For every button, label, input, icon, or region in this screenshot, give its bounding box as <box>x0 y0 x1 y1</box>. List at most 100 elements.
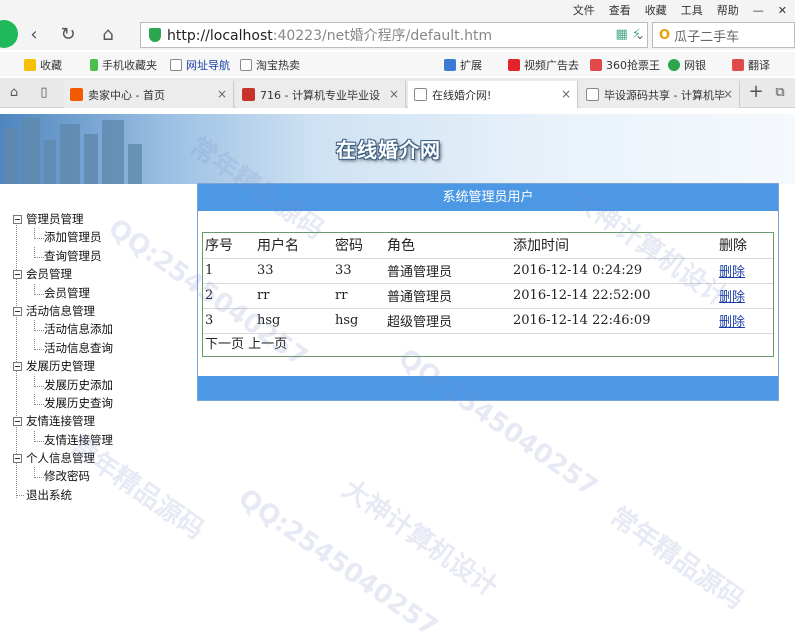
tab-label: 716 - 计算机专业毕业设 <box>260 88 380 102</box>
page-favicon <box>414 88 427 101</box>
tab-seller-center[interactable]: 卖家中心 - 首页 × <box>64 81 234 108</box>
column-header: 序号 <box>203 233 255 259</box>
bookmark-bank[interactable]: 网银 <box>668 57 706 73</box>
address-dropdown-icon[interactable]: ⌄ <box>628 24 652 46</box>
sidebar-item-add-admin[interactable]: 添加管理员 <box>12 228 192 246</box>
tab-label: 卖家中心 - 首页 <box>88 88 165 102</box>
sidebar-group-activity[interactable]: 活动信息管理 <box>12 302 192 320</box>
sidebar-item-change-password[interactable]: 修改密码 <box>12 467 192 485</box>
sidebar-item-query-admin[interactable]: 查询管理员 <box>12 246 192 265</box>
site-banner: 在线婚介网 <box>0 114 795 184</box>
tab-graduation-project[interactable]: 716 - 计算机专业毕业设 × <box>236 81 406 108</box>
sidebar-group-history[interactable]: 发展历史管理 <box>12 357 192 375</box>
bookmark-extensions[interactable]: 扩展 <box>444 57 482 73</box>
play-icon <box>508 59 520 71</box>
column-header: 密码 <box>333 233 385 259</box>
cell-id: 3 <box>203 308 255 334</box>
address-url[interactable]: http://localhost:40223/net婚介程序/default.h… <box>167 25 492 45</box>
sidebar-item-add-activity[interactable]: 活动信息添加 <box>12 320 192 338</box>
delete-link[interactable]: 删除 <box>719 315 745 330</box>
bookmark-ticket[interactable]: 360抢票王 <box>590 57 660 73</box>
restore-tabs-icon[interactable]: ⧉ <box>768 82 792 104</box>
tab-home-icon[interactable]: ⌂ <box>2 82 26 104</box>
refresh-icon[interactable]: ↻ <box>56 24 80 46</box>
menu-favorites[interactable]: 收藏 <box>645 2 667 18</box>
menu-tools[interactable]: 工具 <box>681 2 703 18</box>
bookmark-label: 扩展 <box>460 59 482 72</box>
bank-icon <box>668 59 680 71</box>
minimize-button[interactable]: — <box>753 4 764 17</box>
prev-page-link[interactable]: 上一页 <box>248 337 287 352</box>
grid-icon <box>444 59 456 71</box>
bookmark-label: 网银 <box>684 59 706 72</box>
bookmark-nav[interactable]: 网址导航 <box>170 57 230 73</box>
page-content: 在线婚介网 管理员管理 添加管理员 查询管理员 会员管理 会员管理 活动信息管理… <box>0 108 795 640</box>
close-tab-icon[interactable]: × <box>389 87 399 101</box>
tab-mobile-icon[interactable]: ▯ <box>32 82 56 104</box>
home-icon[interactable]: ⌂ <box>96 24 120 46</box>
translate-icon <box>732 59 744 71</box>
new-tab-icon[interactable]: + <box>744 81 768 103</box>
building-graphic <box>60 124 80 184</box>
table-row: 1 33 33 普通管理员 2016-12-14 0:24:29 删除 <box>203 258 773 284</box>
tab-source-share[interactable]: 毕设源码共享 - 计算机毕 × <box>580 81 740 108</box>
sidebar-item-add-history[interactable]: 发展历史添加 <box>12 375 192 394</box>
watermark: 常年精品源码 <box>604 501 750 616</box>
cell-username: 33 <box>255 258 333 284</box>
search-box[interactable]: O 瓜子二手车 <box>652 22 795 48</box>
building-graphic <box>44 140 56 184</box>
sidebar-group-personal[interactable]: 个人信息管理 <box>12 449 192 467</box>
sidebar-group-links[interactable]: 友情连接管理 <box>12 412 192 430</box>
bookmark-favorites[interactable]: 收藏 <box>24 57 62 73</box>
star-icon <box>24 59 36 71</box>
navigation-bar: ‹ ↻ ⌂ http://localhost:40223/net婚介程序/def… <box>0 20 795 50</box>
close-tab-icon[interactable]: × <box>723 87 733 101</box>
address-bar[interactable]: http://localhost:40223/net婚介程序/default.h… <box>140 22 648 48</box>
admin-users-panel: 系统管理员用户 序号 用户名 密码 角色 添加时间 删除 1 33 33 普通管… <box>197 183 779 401</box>
menu-file[interactable]: 文件 <box>573 2 595 18</box>
bookmark-label: 视频广告去 <box>524 59 579 72</box>
sidebar-item-query-activity[interactable]: 活动信息查询 <box>12 338 192 357</box>
search-text: 瓜子二手车 <box>674 29 740 45</box>
building-graphic <box>128 144 142 184</box>
bookmark-label: 360抢票王 <box>606 59 660 72</box>
bookmark-taobao[interactable]: 淘宝热卖 <box>240 57 300 73</box>
bookmark-label: 网址导航 <box>186 59 230 72</box>
next-page-link[interactable]: 下一页 <box>205 337 244 352</box>
table-header-row: 序号 用户名 密码 角色 添加时间 删除 <box>203 233 773 259</box>
bookmark-label: 淘宝热卖 <box>256 59 300 72</box>
taobao-favicon <box>70 88 83 101</box>
site-favicon <box>242 88 255 101</box>
bookmark-video-ad[interactable]: 视频广告去 <box>508 57 579 73</box>
sidebar-item-links[interactable]: 友情连接管理 <box>12 430 192 449</box>
sidebar-group-admin[interactable]: 管理员管理 <box>12 210 192 228</box>
close-window-button[interactable]: ✕ <box>778 4 787 17</box>
cell-password: 33 <box>333 258 385 284</box>
table-row: 2 rr rr 普通管理员 2016-12-14 22:52:00 删除 <box>203 283 773 309</box>
menu-help[interactable]: 帮助 <box>717 2 739 18</box>
sidebar-item-logout[interactable]: 退出系统 <box>12 486 192 504</box>
close-tab-icon[interactable]: × <box>561 87 571 101</box>
cell-delete: 删除 <box>717 308 773 334</box>
building-graphic <box>4 128 18 184</box>
building-graphic <box>22 118 40 184</box>
back-arrow-icon[interactable]: ‹ <box>22 24 46 46</box>
tab-online-dating[interactable]: 在线婚介网! × <box>408 81 578 108</box>
ticket-icon <box>590 59 602 71</box>
bookmark-mobile[interactable]: 手机收藏夹 <box>90 57 157 73</box>
bookmark-label: 收藏 <box>40 59 62 72</box>
close-tab-icon[interactable]: × <box>217 87 227 101</box>
page-icon <box>170 59 182 71</box>
cell-id: 2 <box>203 283 255 309</box>
sidebar-group-member[interactable]: 会员管理 <box>12 265 192 283</box>
bookmark-translate[interactable]: 翻译 <box>732 57 770 73</box>
building-graphic <box>84 134 98 184</box>
delete-link[interactable]: 删除 <box>719 290 745 305</box>
menu-view[interactable]: 查看 <box>609 2 631 18</box>
bookmarks-bar: 收藏 手机收藏夹 网址导航 淘宝热卖 扩展 视频广告去 360抢票王 网银 翻译 <box>0 52 795 76</box>
sidebar-item-member[interactable]: 会员管理 <box>12 283 192 302</box>
browser-logo-icon <box>0 20 18 48</box>
sidebar-item-query-history[interactable]: 发展历史查询 <box>12 393 192 412</box>
delete-link[interactable]: 删除 <box>719 265 745 280</box>
cell-role: 普通管理员 <box>385 258 511 284</box>
